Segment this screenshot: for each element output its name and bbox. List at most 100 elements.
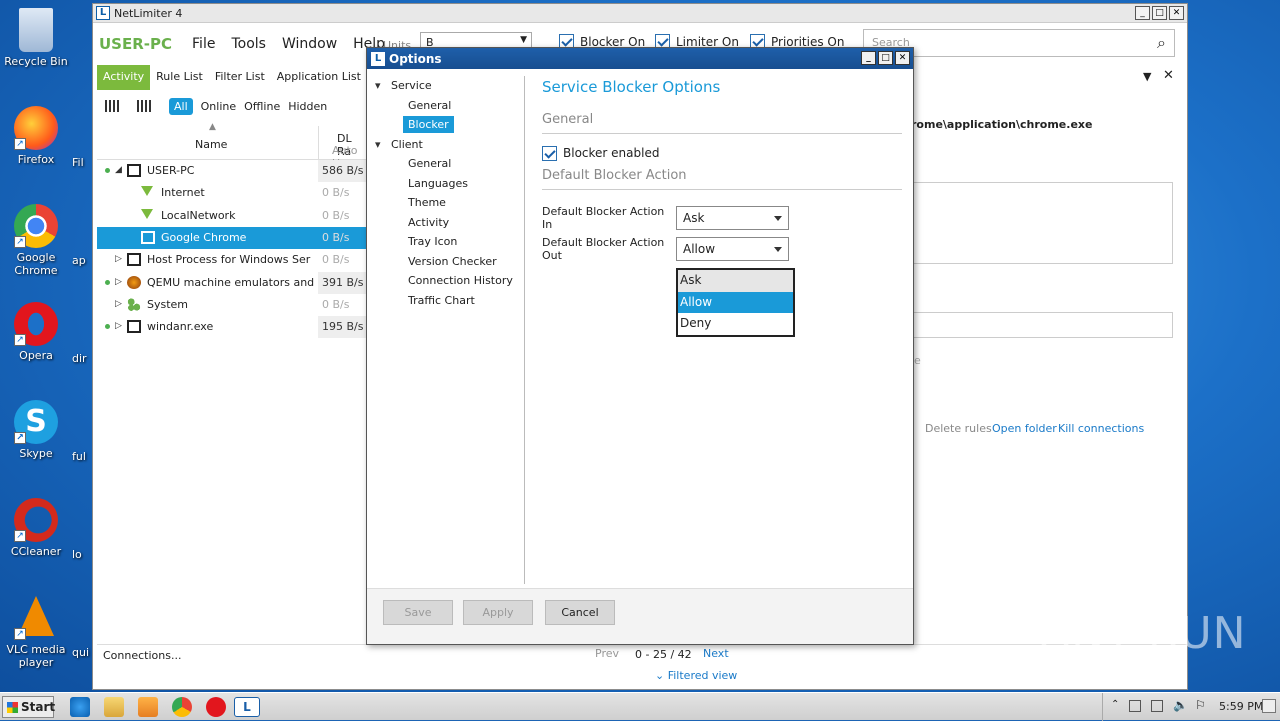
close-icon[interactable]: ✕	[895, 51, 910, 65]
expand-arrow-icon[interactable]: ▷	[115, 277, 122, 287]
dropdown-option-deny[interactable]: Deny	[678, 313, 793, 335]
panel-heading: Service Blocker Options	[542, 78, 721, 96]
details-field[interactable]	[911, 312, 1173, 338]
explorer-icon[interactable]	[104, 697, 124, 717]
volume-icon[interactable]: 🔈	[1173, 698, 1188, 712]
title-bar[interactable]: L NetLimiter 4 _ □ ✕	[93, 4, 1187, 23]
media-player-icon[interactable]	[138, 697, 158, 717]
table-row[interactable]: ▷ Host Process for Windows Ser 0 B/s	[97, 249, 367, 271]
filter-online[interactable]: Online	[201, 100, 236, 113]
collapse-arrow-icon[interactable]: ◢	[115, 165, 122, 175]
desktop-icon-skype[interactable]: S ↗ Skype	[4, 400, 68, 460]
prev-link[interactable]: Prev	[595, 647, 619, 660]
desktop-icon-label: Firefox	[17, 153, 55, 166]
search-icon[interactable]: ⌕	[1157, 33, 1166, 53]
desktop-icon-recycle-bin[interactable]: Recycle Bin	[4, 8, 68, 68]
device-icon[interactable]	[1151, 700, 1163, 712]
cancel-button[interactable]: Cancel	[545, 600, 615, 625]
chrome-icon[interactable]	[172, 697, 192, 717]
tab-application-list[interactable]: Application List	[271, 65, 367, 90]
expand-all-icon[interactable]	[105, 100, 119, 112]
col-name[interactable]: Name	[195, 138, 227, 151]
tree-client[interactable]: Client	[373, 135, 523, 155]
tab-filter-list[interactable]: Filter List	[209, 65, 271, 90]
dropdown-option-allow[interactable]: Allow	[678, 291, 793, 313]
desktop-icon-ccleaner[interactable]: ↗ CCleaner	[4, 498, 68, 558]
save-button[interactable]: Save	[383, 600, 453, 625]
desktop-icon-vlc[interactable]: ↗ VLC media player	[4, 596, 68, 669]
filter-offline[interactable]: Offline	[244, 100, 280, 113]
desktop-icon-firefox[interactable]: ↗ Firefox	[4, 106, 68, 166]
pc-name: USER-PC	[99, 35, 173, 53]
row-name: LocalNetwork	[161, 208, 236, 222]
action-in-select[interactable]: Ask	[676, 205, 789, 230]
flag-icon[interactable]: ⚐	[1195, 698, 1206, 712]
tree-client-activity[interactable]: Activity	[373, 213, 523, 233]
netlimiter-taskbar-icon[interactable]: L	[234, 697, 260, 717]
minimize-icon[interactable]: _	[1135, 6, 1150, 20]
menu-tools[interactable]: Tools	[231, 36, 266, 52]
table-row[interactable]: ▷ System 0 B/s	[97, 294, 367, 316]
blocker-enabled-checkbox[interactable]: Blocker enabled	[542, 138, 902, 168]
kill-connections-link[interactable]: Kill connections	[1058, 422, 1144, 435]
tree-client-theme[interactable]: Theme	[373, 193, 523, 213]
column-header: ▲ Name DL Ra Auto U	[97, 122, 367, 170]
tree-client-general[interactable]: General	[373, 154, 523, 174]
tree-client-traffic-chart[interactable]: Traffic Chart	[373, 291, 523, 311]
expand-arrow-icon[interactable]: ▷	[115, 299, 122, 309]
tab-activity[interactable]: Activity	[97, 65, 151, 90]
recycle-bin-icon	[19, 8, 53, 52]
sort-up-icon: ▲	[209, 122, 216, 132]
tree-client-connection-history[interactable]: Connection History	[373, 271, 523, 291]
filter-icon	[141, 208, 153, 219]
table-row[interactable]: ▷ windanr.exe 195 B/s	[97, 316, 367, 339]
opera-icon[interactable]	[206, 697, 226, 717]
expand-arrow-icon[interactable]: ▷	[115, 254, 122, 264]
show-desktop-button[interactable]	[1262, 699, 1276, 713]
filter-hidden[interactable]: Hidden	[288, 100, 327, 113]
tree-service-blocker[interactable]: Blocker	[373, 115, 523, 135]
table-row[interactable]: Internet 0 B/s	[97, 182, 367, 204]
maximize-icon[interactable]: □	[878, 51, 893, 65]
dialog-title-bar[interactable]: L Options _ □ ✕	[367, 48, 913, 69]
tree-client-version-checker[interactable]: Version Checker	[373, 252, 523, 272]
tree-service[interactable]: Service	[373, 76, 523, 96]
desktop-icon-chrome[interactable]: ↗ Google Chrome	[4, 204, 68, 277]
online-indicator	[105, 279, 110, 285]
row-dl-rate: 0 B/s	[322, 186, 350, 200]
table-row[interactable]: ◢ USER-PC 586 B/s	[97, 160, 367, 182]
close-icon[interactable]: ✕	[1169, 6, 1184, 20]
ie-icon[interactable]	[70, 697, 90, 717]
next-link[interactable]: Next	[703, 647, 729, 660]
open-folder-link[interactable]: Open folder	[992, 422, 1057, 435]
menu-window[interactable]: Window	[282, 36, 337, 52]
delete-rules-link[interactable]: Delete rules	[925, 422, 992, 435]
expand-arrow-icon[interactable]: ▷	[115, 321, 122, 331]
collapse-all-icon[interactable]	[137, 100, 151, 112]
vlc-icon: ↗	[14, 596, 58, 640]
desktop-icon-opera[interactable]: ↗ Opera	[4, 302, 68, 362]
table-row[interactable]: Google Chrome 0 B/s	[97, 226, 367, 249]
clock[interactable]: 5:59 PM	[1219, 700, 1263, 713]
dropdown-option-ask[interactable]: Ask	[678, 270, 793, 292]
tab-rule-list[interactable]: Rule List	[150, 65, 209, 90]
minimize-icon[interactable]: _	[861, 51, 876, 65]
tree-service-general[interactable]: General	[373, 96, 523, 116]
menu-file[interactable]: File	[192, 36, 215, 52]
apply-button[interactable]: Apply	[463, 600, 533, 625]
show-hidden-icons-icon[interactable]: ⌃	[1111, 699, 1119, 710]
filter-bar: All Online Offline Hidden	[105, 96, 327, 116]
table-row[interactable]: LocalNetwork 0 B/s	[97, 205, 367, 227]
action-out-select[interactable]: Allow	[676, 236, 789, 261]
action-in-label: Default Blocker Action In	[542, 204, 665, 231]
table-row[interactable]: ▷ QEMU machine emulators and 391 B/s	[97, 271, 367, 294]
tree-client-languages[interactable]: Languages	[373, 174, 523, 194]
tree-label: Activity	[408, 215, 450, 229]
start-button[interactable]: Start	[2, 696, 55, 718]
maximize-icon[interactable]: □	[1152, 6, 1167, 20]
filter-all[interactable]: All	[169, 97, 193, 115]
filtered-view-link[interactable]: ⌄ Filtered view	[655, 669, 737, 682]
connections-link[interactable]: Connections...	[103, 649, 181, 662]
network-icon[interactable]	[1129, 700, 1141, 712]
tree-client-tray-icon[interactable]: Tray Icon	[373, 232, 523, 252]
